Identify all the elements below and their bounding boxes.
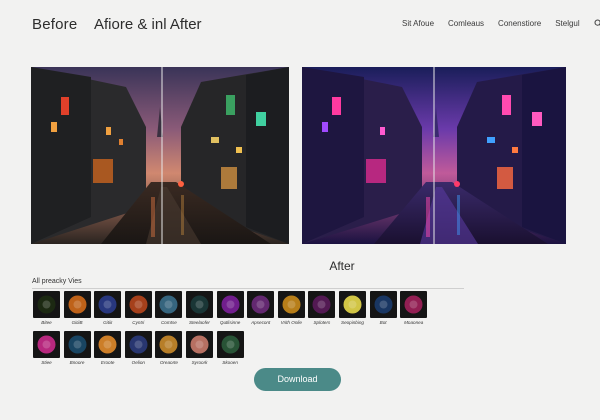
- presets-title: All preacky Vies: [32, 278, 82, 285]
- preset-item[interactable]: Moaonea: [400, 291, 428, 325]
- preset-thumbnail: [277, 291, 305, 318]
- preset-thumbnail: [247, 291, 275, 318]
- preset-thumbnail: [33, 291, 60, 318]
- top-nav: Sit Afoue Comleaus Conenstiore Stelgul: [402, 19, 600, 28]
- preset-label: Qutlisinne: [219, 320, 241, 325]
- preset-label: Vrith Onlie: [280, 320, 302, 325]
- preset-item[interactable]: Cyntri: [124, 291, 152, 325]
- preset-thumbnail: [63, 291, 91, 318]
- preset-item[interactable]: Comtse: [155, 291, 183, 325]
- preset-item[interactable]: Bot: [369, 291, 397, 325]
- preset-thumbnail: [94, 291, 122, 318]
- preset-item[interactable]: Eroote: [94, 331, 122, 365]
- preset-label: Sploters: [313, 320, 331, 325]
- preset-item[interactable]: Stiee: [33, 331, 60, 365]
- preset-label: Oreaorte: [159, 360, 178, 365]
- preset-item[interactable]: GitiiI: [94, 291, 122, 325]
- preset-label: GitiiB: [71, 320, 83, 325]
- preset-thumbnail: [124, 331, 152, 358]
- preset-label: Bitee: [41, 320, 52, 325]
- preset-label: Steelaofer: [189, 320, 210, 325]
- page-title: Afiore & inl After: [94, 16, 202, 33]
- preset-thumbnail: [186, 331, 213, 358]
- preset-item[interactable]: Qutlisinne: [216, 291, 244, 325]
- preset-thumbnail: [216, 331, 244, 358]
- preset-item[interactable]: Skooen: [216, 331, 244, 365]
- preset-label: Moaonea: [404, 320, 424, 325]
- preset-label: Seopinbing: [341, 320, 364, 325]
- preset-label: Apsecont: [251, 320, 271, 325]
- preset-label: Skooen: [222, 360, 238, 365]
- preset-thumbnail: [186, 291, 213, 318]
- before-image-panel[interactable]: [31, 67, 289, 244]
- preset-item[interactable]: Bitee: [33, 291, 60, 325]
- preset-thumbnail: [155, 291, 183, 318]
- preset-item[interactable]: Bnoore: [63, 331, 91, 365]
- preset-label: GitiiI: [103, 320, 113, 325]
- download-button[interactable]: Download: [254, 368, 341, 391]
- preset-item[interactable]: GitiiB: [63, 291, 91, 325]
- app-header: Before Afiore & inl After Sit Afoue Coml…: [0, 0, 600, 50]
- preset-thumbnail: [155, 331, 183, 358]
- preset-thumbnail: [369, 291, 397, 318]
- after-image-panel[interactable]: [302, 67, 566, 244]
- nav-item-3[interactable]: Conenstiore: [498, 19, 541, 28]
- preset-label: Bnoore: [69, 360, 85, 365]
- preset-label: Syroork: [191, 360, 208, 365]
- preset-item[interactable]: Steelaofer: [186, 291, 213, 325]
- preset-label: Oelion: [131, 360, 145, 365]
- search-icon[interactable]: [594, 19, 600, 28]
- preset-thumbnail: [63, 331, 91, 358]
- preset-thumbnail: [216, 291, 244, 318]
- preset-label: Eroote: [100, 360, 115, 365]
- presets-divider: [32, 288, 464, 289]
- preset-label: Bot: [379, 320, 387, 325]
- brand-label: Before: [32, 16, 78, 33]
- preset-thumbnail: [94, 331, 122, 358]
- preset-item[interactable]: Oreaorte: [155, 331, 183, 365]
- preset-thumbnail: [339, 291, 366, 318]
- preset-thumbnail: [400, 291, 428, 318]
- preset-label: Cyntri: [132, 320, 145, 325]
- preset-item[interactable]: Apsecont: [247, 291, 275, 325]
- preset-item[interactable]: Vrith Onlie: [277, 291, 305, 325]
- preset-thumbnail: [124, 291, 152, 318]
- nav-item-1[interactable]: Sit Afoue: [402, 19, 434, 28]
- preset-label: Comtse: [160, 320, 177, 325]
- preset-item[interactable]: Oelion: [124, 331, 152, 365]
- nav-item-2[interactable]: Comleaus: [448, 19, 484, 28]
- preset-item[interactable]: Syroork: [186, 331, 213, 365]
- preset-label: Stiee: [41, 360, 52, 365]
- nav-item-4[interactable]: Stelgul: [555, 19, 579, 28]
- preset-item[interactable]: Seopinbing: [339, 291, 366, 325]
- preset-thumbnail: [308, 291, 336, 318]
- preset-item[interactable]: Sploters: [308, 291, 336, 325]
- after-label: After: [329, 259, 355, 273]
- preset-thumbnail: [33, 331, 60, 358]
